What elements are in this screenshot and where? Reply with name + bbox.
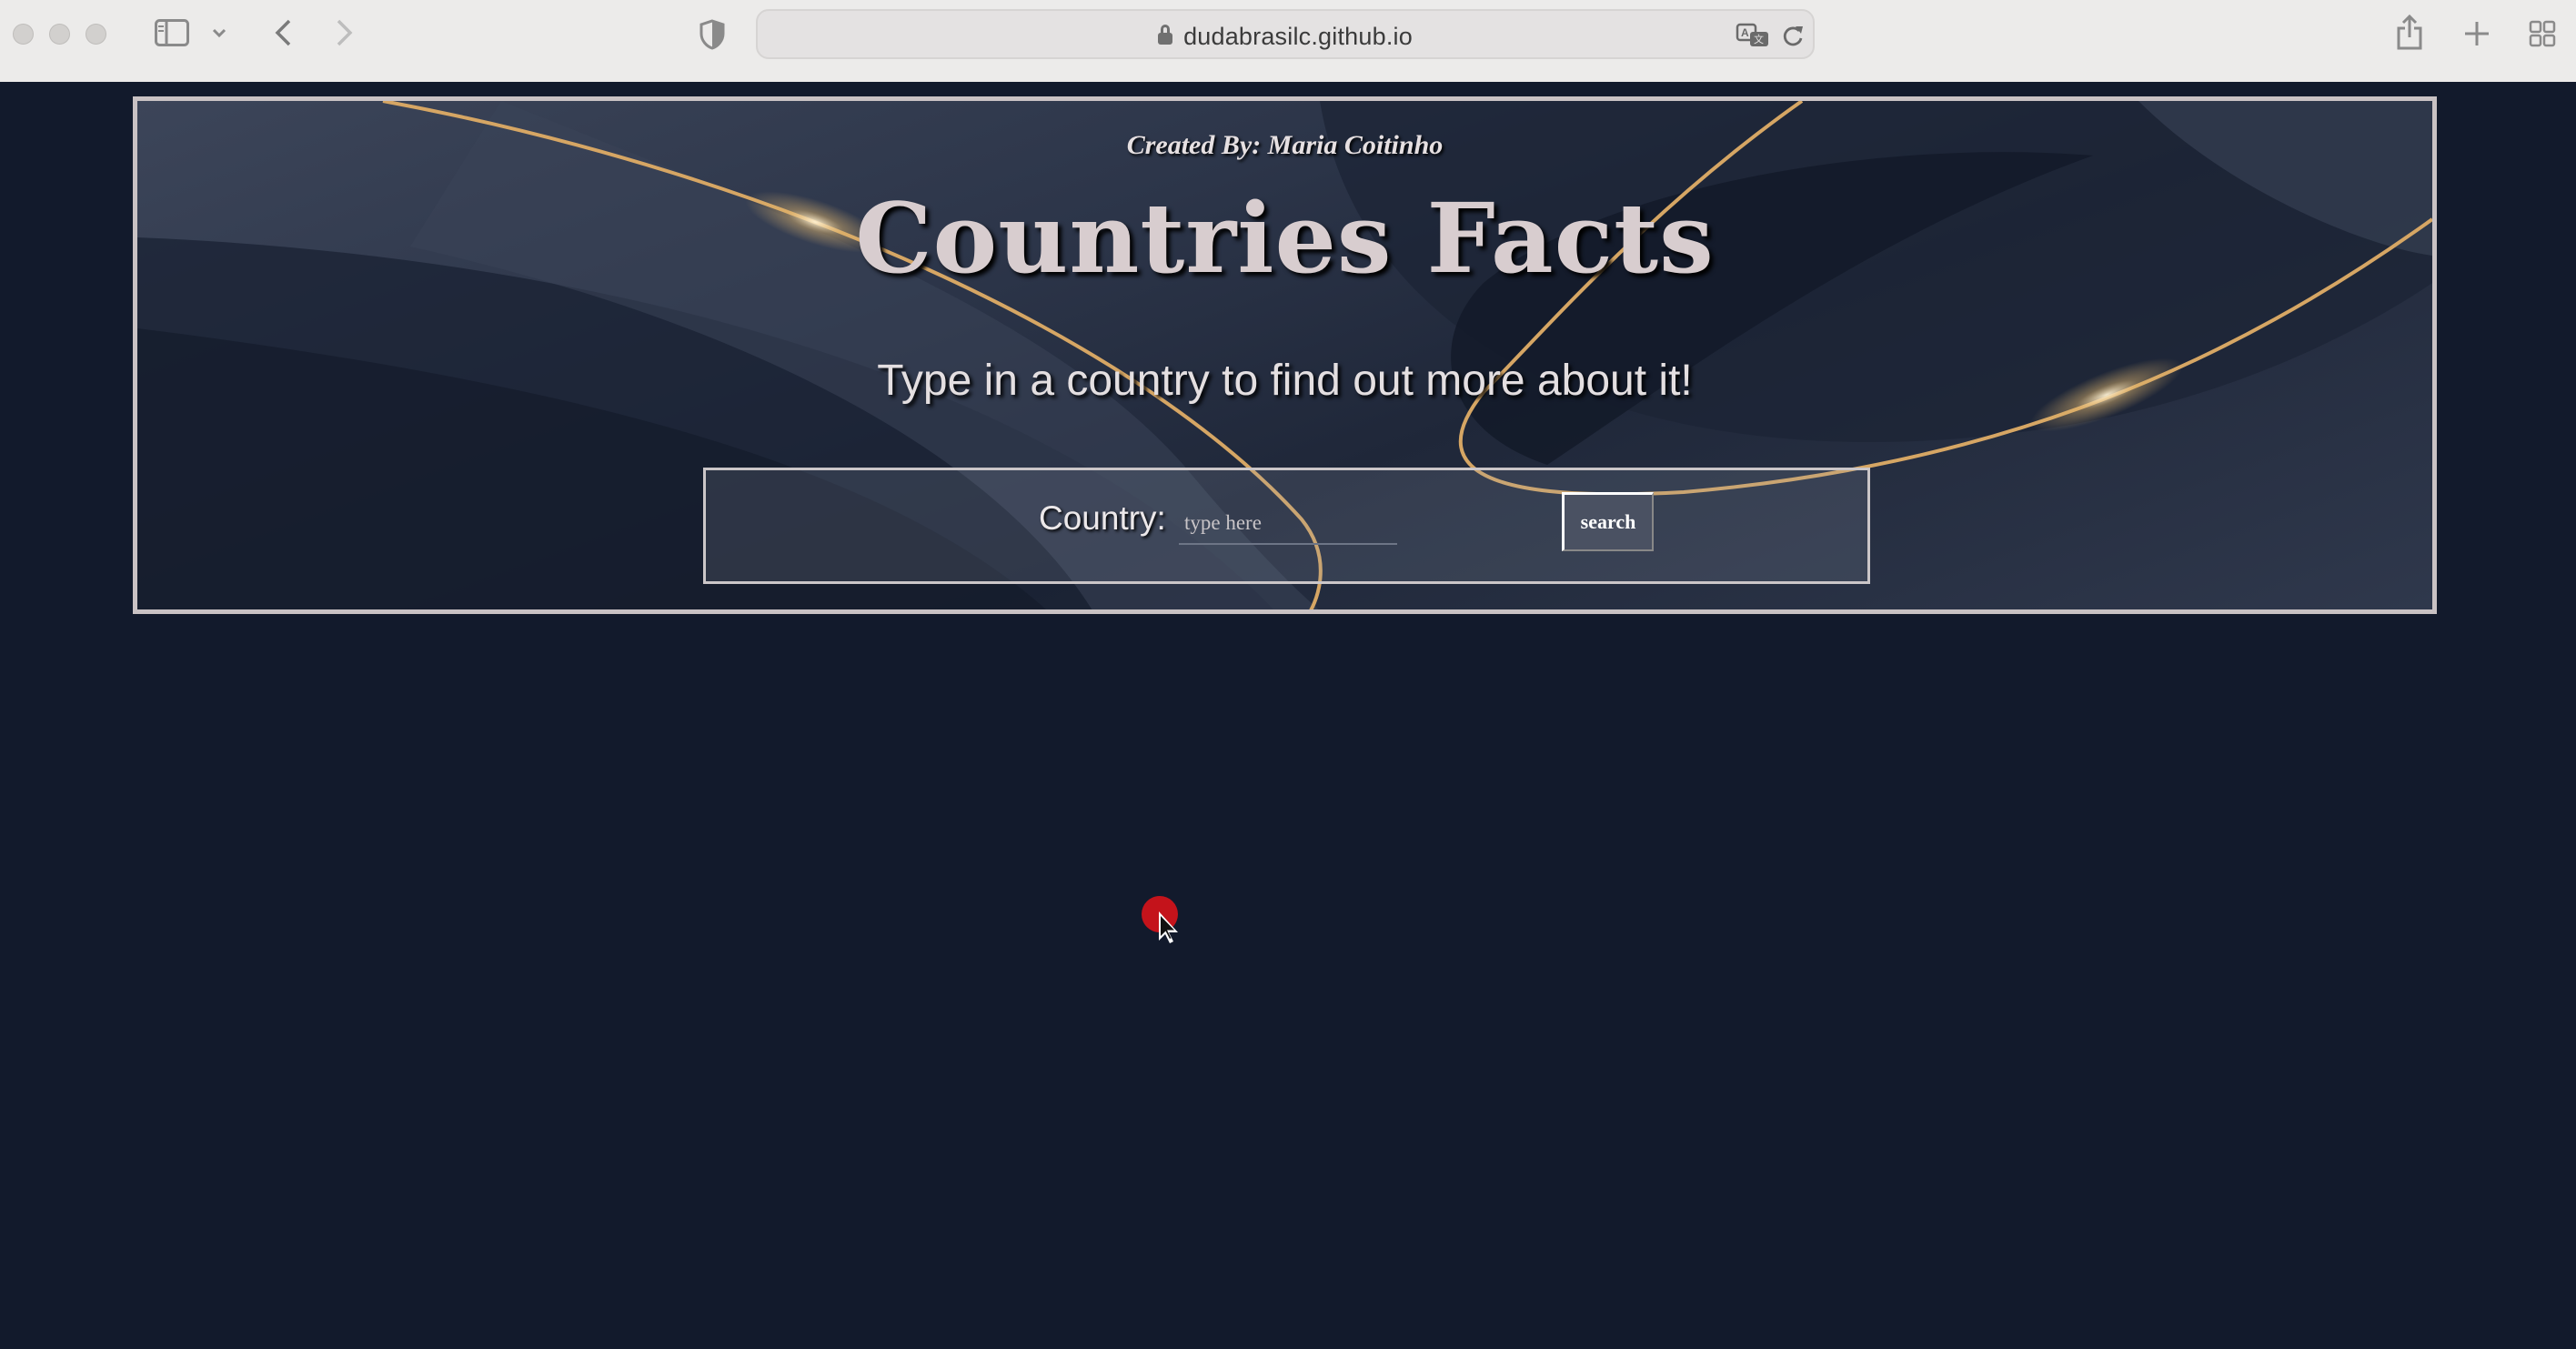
hero-banner: Created By: Maria Coitinho Countries Fac… (133, 96, 2437, 614)
lock-icon (1158, 25, 1173, 45)
country-label: Country: (1039, 499, 1166, 537)
reload-icon[interactable] (1780, 22, 1806, 49)
search-button[interactable]: search (1562, 492, 1654, 551)
page-subtitle: Type in a country to find out more about… (877, 357, 1693, 405)
tab-overview-icon[interactable] (2527, 18, 2558, 49)
search-panel: Country: search (703, 468, 1870, 584)
forward-icon[interactable] (331, 16, 358, 49)
svg-text:文: 文 (1754, 33, 1764, 45)
svg-text:A: A (1741, 26, 1749, 39)
minimize-window-button[interactable] (49, 24, 70, 45)
back-icon[interactable] (269, 16, 297, 49)
share-icon[interactable] (2394, 13, 2425, 51)
url-text: dudabrasilc.github.io (1183, 23, 1413, 50)
shield-icon[interactable] (697, 18, 728, 51)
translate-icon[interactable]: A文 (1735, 22, 1771, 49)
address-bar[interactable]: dudabrasilc.github.io A文 (756, 9, 1815, 59)
author-credit: Created By: Maria Coitinho (1126, 130, 1444, 160)
chevron-down-icon[interactable] (209, 24, 229, 42)
new-tab-icon[interactable] (2461, 18, 2492, 49)
browser-toolbar: dudabrasilc.github.io A文 (0, 0, 2576, 82)
country-input[interactable] (1179, 503, 1397, 545)
page-title: Countries Facts (855, 181, 1715, 295)
mouse-cursor-icon (1141, 895, 1179, 949)
close-window-button[interactable] (13, 24, 34, 45)
zoom-window-button[interactable] (86, 24, 106, 45)
sidebar-icon[interactable] (153, 18, 191, 47)
